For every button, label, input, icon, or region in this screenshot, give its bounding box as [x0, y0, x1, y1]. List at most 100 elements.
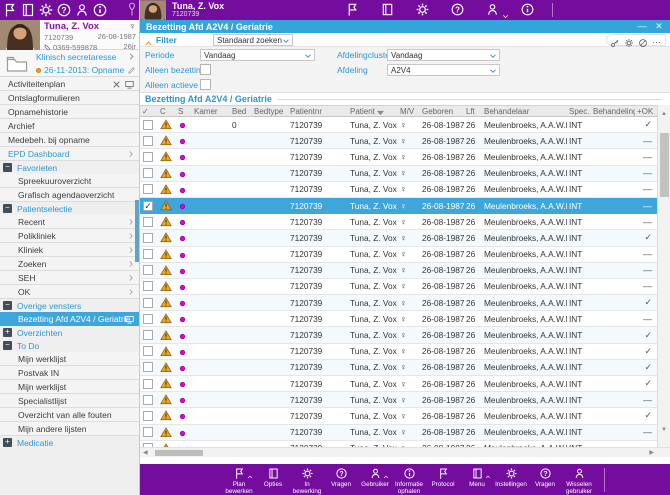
sidebar-item-postvak-in[interactable]: Postvak IN [0, 366, 139, 380]
table-row[interactable]: 7120739 Tuna, Z. Vox♀ 26-08-198726 Meulenbr… [140, 262, 657, 279]
filter-preset-dropdown[interactable]: Standaard zoeken [213, 34, 293, 46]
toolbar-button-vragen[interactable]: ? Vragen [324, 467, 358, 488]
column-header-patientnr[interactable]: Patientnr [288, 107, 348, 116]
row-checkbox[interactable] [143, 427, 153, 438]
row-checkbox[interactable] [143, 232, 153, 243]
more-options-button[interactable]: … [652, 36, 662, 45]
toolbar-button-informatie-ophalen[interactable]: Informatie ophalen [392, 467, 426, 495]
column-header-behandelaar[interactable]: Behandelaar [482, 107, 567, 116]
row-checkbox[interactable] [143, 168, 153, 179]
sidebar-item-activiteitenplan[interactable]: Activiteitenplan [0, 77, 139, 91]
sidebar-item-mijn-werklijst[interactable]: Mijn werklijst [0, 380, 139, 394]
column-header-lft[interactable]: Lft [464, 107, 482, 116]
gear-icon[interactable] [38, 2, 54, 18]
collapse-icon[interactable]: − [3, 163, 12, 172]
table-row[interactable]: 7120739 Tuna, Z. Vox♀ 26-08-198726 Meulenbr… [140, 343, 657, 360]
sidebar-section-overige-vensters[interactable]: − Overige vensters [0, 299, 139, 312]
sidebar-item-spreekuuroverzicht[interactable]: Spreekuuroverzicht [0, 174, 139, 188]
scroll-right-arrow[interactable]: ▶ [649, 449, 654, 456]
table-row[interactable]: 7120739 Tuna, Z. Vox♀ 26-08-198726 Meulenbr… [140, 133, 657, 150]
minimize-button[interactable]: — [636, 21, 648, 31]
row-checkbox[interactable] [143, 313, 153, 324]
sidebar-item-ok[interactable]: OK [0, 285, 139, 299]
sidebar-section-favorieten[interactable]: − Favorieten [0, 161, 139, 174]
key-icon[interactable] [610, 35, 620, 47]
collapse-icon[interactable]: − [3, 341, 12, 350]
column-header-bedtype[interactable]: Bedtype [252, 107, 288, 116]
toolbar-button-plan-bewerken[interactable]: Plan bewerken [222, 467, 256, 495]
alleen-actieve-checkbox[interactable] [200, 79, 211, 90]
column-header-s[interactable]: S [176, 107, 192, 116]
close-icon[interactable] [111, 79, 122, 90]
toolbar-button-in-bewerking[interactable]: In bewerking [290, 467, 324, 495]
flag-icon[interactable] [345, 2, 360, 17]
toolbar-button-menu[interactable]: Menu [460, 467, 494, 488]
column-header-bed[interactable]: Bed [230, 107, 252, 116]
column-header-patient[interactable]: Patient [348, 107, 398, 116]
sidebar-item-opnamehistorie[interactable]: Opnamehistorie [0, 105, 139, 119]
vertical-scrollbar[interactable]: ▲ ▼ [657, 105, 670, 447]
collapse-icon[interactable]: − [3, 301, 12, 310]
sidebar-item-zoeken[interactable]: Zoeken [0, 257, 139, 271]
sidebar-item-recent[interactable]: Recent [0, 215, 139, 229]
sidebar-item-mijn-werklijst[interactable]: Mijn werklijst [0, 352, 139, 366]
sidebar-item-overzicht-van-alle-fouten[interactable]: Overzicht van alle fouten [0, 408, 139, 422]
reset-filter-icon[interactable] [638, 35, 648, 47]
column-header--[interactable]: ✓ [140, 107, 158, 116]
table-row[interactable]: 7120739 Tuna, Z. Vox♀ 26-08-198726 Meulenbr… [140, 408, 657, 425]
afdeling-dropdown[interactable]: A2V4 [387, 64, 500, 76]
close-button[interactable]: ✕ [653, 21, 665, 32]
vertical-scroll-thumb[interactable] [660, 133, 669, 197]
row-checkbox[interactable] [143, 281, 153, 292]
row-checkbox[interactable] [143, 297, 153, 308]
table-row[interactable]: 7120739 Tuna, Z. Vox♀ 26-08-198726 Meulenbr… [140, 181, 657, 198]
row-checkbox-checked[interactable]: ✓ [143, 200, 153, 211]
table-row[interactable]: 7120739 Tuna, Z. Vox♀ 26-08-198726 Meulenbr… [140, 214, 657, 231]
row-checkbox[interactable] [143, 249, 153, 260]
sidebar-section-overzichten[interactable]: + Overzichten [0, 326, 139, 339]
address-book-icon[interactable] [380, 2, 395, 17]
edit-pencil-icon[interactable] [127, 66, 136, 75]
collapse-filter-icon[interactable] [144, 35, 153, 46]
sidebar-item-bezetting-afd-a2v4-geriatrie[interactable]: Bezetting Afd A2V4 / Geriatrie [0, 312, 139, 326]
pin-icon[interactable] [126, 2, 138, 18]
address-book-icon[interactable] [20, 2, 36, 18]
row-checkbox[interactable] [143, 119, 153, 130]
row-checkbox[interactable] [143, 216, 153, 227]
user-menu-icon[interactable] [485, 2, 508, 19]
toolbar-button-protocol[interactable]: Protocol [426, 467, 460, 488]
toolbar-button-wisselen-gebruiker[interactable]: Wisselen gebruiker [562, 467, 596, 495]
user-icon[interactable] [74, 2, 90, 18]
table-row[interactable]: 7120739 Tuna, Z. Vox♀ 26-08-198726 Meulenbr… [140, 359, 657, 376]
table-row[interactable]: 7120739 Tuna, Z. Vox♀ 26-08-198726 Meulenbr… [140, 311, 657, 328]
toolbar-button-instellingen[interactable]: Instellingen [494, 467, 528, 488]
toolbar-button-opties[interactable]: Opties [256, 467, 290, 488]
afdelingcluster-dropdown[interactable]: Vandaag [387, 49, 500, 61]
sidebar-item-epd-dashboard[interactable]: EPD Dashboard [0, 147, 139, 161]
row-checkbox[interactable] [143, 394, 153, 405]
sidebar-item-polikliniek[interactable]: Polikliniek [0, 229, 139, 243]
sidebar-item-medebeh-bij-opname[interactable]: Medebeh. bij opname [0, 133, 139, 147]
expand-icon[interactable]: + [3, 328, 12, 337]
column-header-kamer[interactable]: Kamer [192, 107, 230, 116]
row-checkbox[interactable] [143, 265, 153, 276]
context-admission-item[interactable]: 26-11-2013: Opname [36, 64, 139, 78]
table-row[interactable]: 7120739 Tuna, Z. Vox♀ 26-08-198726 Meulenbr… [140, 165, 657, 182]
filter-settings-icon[interactable] [624, 35, 634, 47]
context-role-item[interactable]: Klinisch secretaresse [36, 50, 139, 64]
sidebar-item-archief[interactable]: Archief [0, 119, 139, 133]
row-checkbox[interactable] [143, 362, 153, 373]
sidebar-item-mijn-andere-lijsten[interactable]: Mijn andere lijsten [0, 422, 139, 436]
row-checkbox[interactable] [143, 410, 153, 421]
collapse-icon[interactable]: − [3, 204, 12, 213]
row-checkbox[interactable] [143, 135, 153, 146]
open-window-icon[interactable] [124, 79, 135, 90]
expand-icon[interactable]: + [3, 438, 12, 447]
patient-card[interactable]: Tuna, Z. Vox 7120739 0369-599878 ♀ 26-08… [0, 20, 139, 52]
toolbar-button-gebruiker[interactable]: Gebruiker [358, 467, 392, 488]
row-checkbox[interactable] [143, 378, 153, 389]
help-icon[interactable]: ? [450, 2, 465, 17]
info-icon[interactable] [520, 2, 535, 17]
table-row[interactable]: 0 7120739 Tuna, Z. Vox ♀ 26-08-1987 26 Meulenb… [140, 117, 657, 134]
sidebar-item-kliniek[interactable]: Kliniek [0, 243, 139, 257]
